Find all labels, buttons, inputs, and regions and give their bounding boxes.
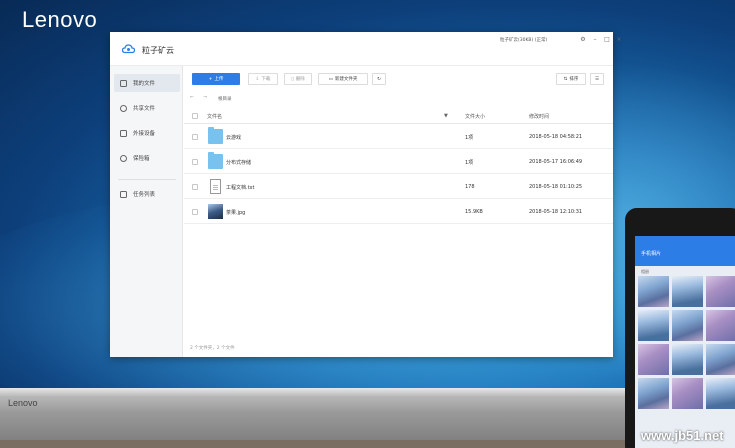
forward-arrow-icon[interactable]: → [203, 95, 211, 100]
navigation-bar: ← → 根目录 [184, 92, 613, 106]
text-file-icon [210, 179, 221, 194]
file-icon [120, 79, 127, 87]
lock-icon [120, 154, 127, 162]
app-title: 粒子矿云 [142, 46, 174, 55]
close-icon[interactable]: × [616, 36, 622, 43]
header-size[interactable]: 文件大小 [465, 113, 485, 120]
sidebar-divider [118, 179, 176, 180]
sidebar-item-label: 共享文件 [133, 106, 156, 112]
photo-thumbnail[interactable] [638, 310, 669, 341]
base-logo: Lenovo [8, 398, 38, 408]
trash-icon: ▯ [291, 76, 294, 82]
photo-thumbnail[interactable] [672, 276, 703, 307]
sidebar-item-label: 我的文件 [133, 81, 156, 87]
file-size: 178 [465, 184, 475, 190]
photo-thumbnail[interactable] [706, 276, 735, 307]
photo-thumbnail[interactable] [638, 378, 669, 409]
device-icon [120, 129, 127, 137]
sort-desc-icon[interactable]: ▼ [444, 113, 448, 119]
users-icon [120, 104, 127, 112]
task-list-icon [120, 190, 127, 198]
title-bar: 粒子矿云 粒子矿云(30KB) (正常) ⚙ – □ × [110, 32, 622, 66]
file-date: 2018-05-17 16:06:49 [529, 159, 583, 165]
main-panel: + 上传 ⇩ 下载 ▯ 删除 ▭ 新建文件夹 ↻ ⇅ 排序 ☰ ← → 根目录 … [184, 66, 613, 357]
sidebar-item-label: 保险箱 [133, 156, 150, 162]
sidebar-item-safe-box[interactable]: 保险箱 [114, 149, 180, 167]
table-header: 文件名 ▼ 文件大小 修改时间 [184, 108, 613, 124]
toolbar: + 上传 ⇩ 下载 ▯ 删除 ▭ 新建文件夹 ↻ ⇅ 排序 ☰ [184, 66, 613, 90]
app-window: 粒子矿云 粒子矿云(30KB) (正常) ⚙ – □ × 我的文件 共享文件 外… [110, 32, 622, 357]
sort-button[interactable]: ⇅ 排序 [556, 73, 586, 85]
row-checkbox[interactable] [192, 134, 198, 140]
photo-thumbnail[interactable] [706, 344, 735, 375]
photo-thumbnail[interactable] [638, 276, 669, 307]
back-arrow-icon[interactable]: ← [190, 95, 198, 100]
cloud-logo-icon [122, 44, 135, 54]
sidebar: 我的文件 共享文件 外接设备 保险箱 任务列表 [110, 66, 183, 357]
list-view-icon: ☰ [594, 76, 600, 82]
new-folder-button[interactable]: ▭ 新建文件夹 [318, 73, 368, 85]
upload-button[interactable]: + 上传 [192, 73, 240, 85]
phone-title: 手机相片 [641, 251, 662, 257]
file-name[interactable]: 云游戏 [226, 134, 241, 141]
status-footer: 2 个文件夹，2 个文件 [190, 346, 235, 351]
photo-thumbnail[interactable] [672, 344, 703, 375]
refresh-icon: ↻ [377, 76, 381, 82]
folder-icon [208, 127, 223, 144]
header-name[interactable]: 文件名 [207, 113, 222, 120]
folder-icon [208, 152, 223, 169]
file-name[interactable]: 茶果.jpg [226, 209, 245, 216]
sidebar-item-label: 外接设备 [133, 131, 156, 137]
smartphone: 手机相片 相册 [625, 208, 735, 448]
file-size: 1项 [465, 160, 474, 166]
select-all-checkbox[interactable] [192, 113, 198, 119]
watermark: www.jb51.net [641, 428, 724, 443]
view-toggle-button[interactable]: ☰ [590, 73, 604, 85]
sidebar-item-my-files[interactable]: 我的文件 [114, 74, 180, 92]
row-checkbox[interactable] [192, 209, 198, 215]
row-checkbox[interactable] [192, 184, 198, 190]
photo-thumbnail[interactable] [638, 344, 669, 375]
maximize-icon[interactable]: □ [604, 36, 610, 43]
sidebar-item-label: 任务列表 [133, 192, 156, 198]
table-row[interactable]: 云游戏 1项 2018-05-18 04:58:21 [184, 125, 613, 149]
account-status[interactable]: 粒子矿云(30KB) (正常) [500, 37, 547, 43]
delete-button[interactable]: ▯ 删除 [284, 73, 312, 85]
window-controls: ⚙ – □ × [580, 36, 622, 43]
sidebar-item-external-devices[interactable]: 外接设备 [114, 124, 180, 142]
refresh-button[interactable]: ↻ [372, 73, 386, 85]
photo-thumbnail[interactable] [672, 378, 703, 409]
sort-icon: ⇅ [563, 76, 568, 82]
folder-plus-icon: ▭ [328, 76, 333, 82]
sidebar-item-shared-files[interactable]: 共享文件 [114, 99, 180, 117]
download-icon: ⇩ [255, 76, 260, 82]
file-name[interactable]: 分布式存储 [226, 159, 251, 166]
gear-icon[interactable]: ⚙ [580, 36, 586, 43]
table-row[interactable]: 工程文档.txt 178 2018-05-18 01:10:25 [184, 175, 613, 199]
nav-arrows: ← → [190, 95, 211, 100]
file-date: 2018-05-18 04:58:21 [529, 134, 583, 140]
header-date[interactable]: 修改时间 [529, 113, 549, 120]
minimize-icon[interactable]: – [592, 36, 598, 43]
photo-thumbnail[interactable] [672, 310, 703, 341]
phone-subtitle: 相册 [641, 269, 649, 274]
breadcrumb[interactable]: 根目录 [218, 96, 232, 102]
file-size: 1项 [465, 135, 474, 141]
table-row[interactable]: 分布式存储 1项 2018-05-17 16:06:49 [184, 150, 613, 174]
plus-icon: + [208, 76, 213, 82]
download-button[interactable]: ⇩ 下载 [248, 73, 278, 85]
file-size: 15.9KB [465, 209, 483, 215]
sidebar-item-task-list[interactable]: 任务列表 [114, 185, 180, 203]
phone-screen: 手机相片 相册 [635, 236, 735, 448]
row-checkbox[interactable] [192, 159, 198, 165]
image-file-icon [208, 204, 223, 219]
lenovo-brand-logo: Lenovo [22, 7, 98, 32]
file-date: 2018-05-18 12:10:31 [529, 209, 583, 215]
photo-thumbnail[interactable] [706, 310, 735, 341]
file-date: 2018-05-18 01:10:25 [529, 184, 583, 190]
file-name[interactable]: 工程文档.txt [226, 184, 254, 191]
photo-thumbnail[interactable] [706, 378, 735, 409]
table-row[interactable]: 茶果.jpg 15.9KB 2018-05-18 12:10:31 [184, 200, 613, 224]
phone-header: 手机相片 [635, 236, 735, 266]
